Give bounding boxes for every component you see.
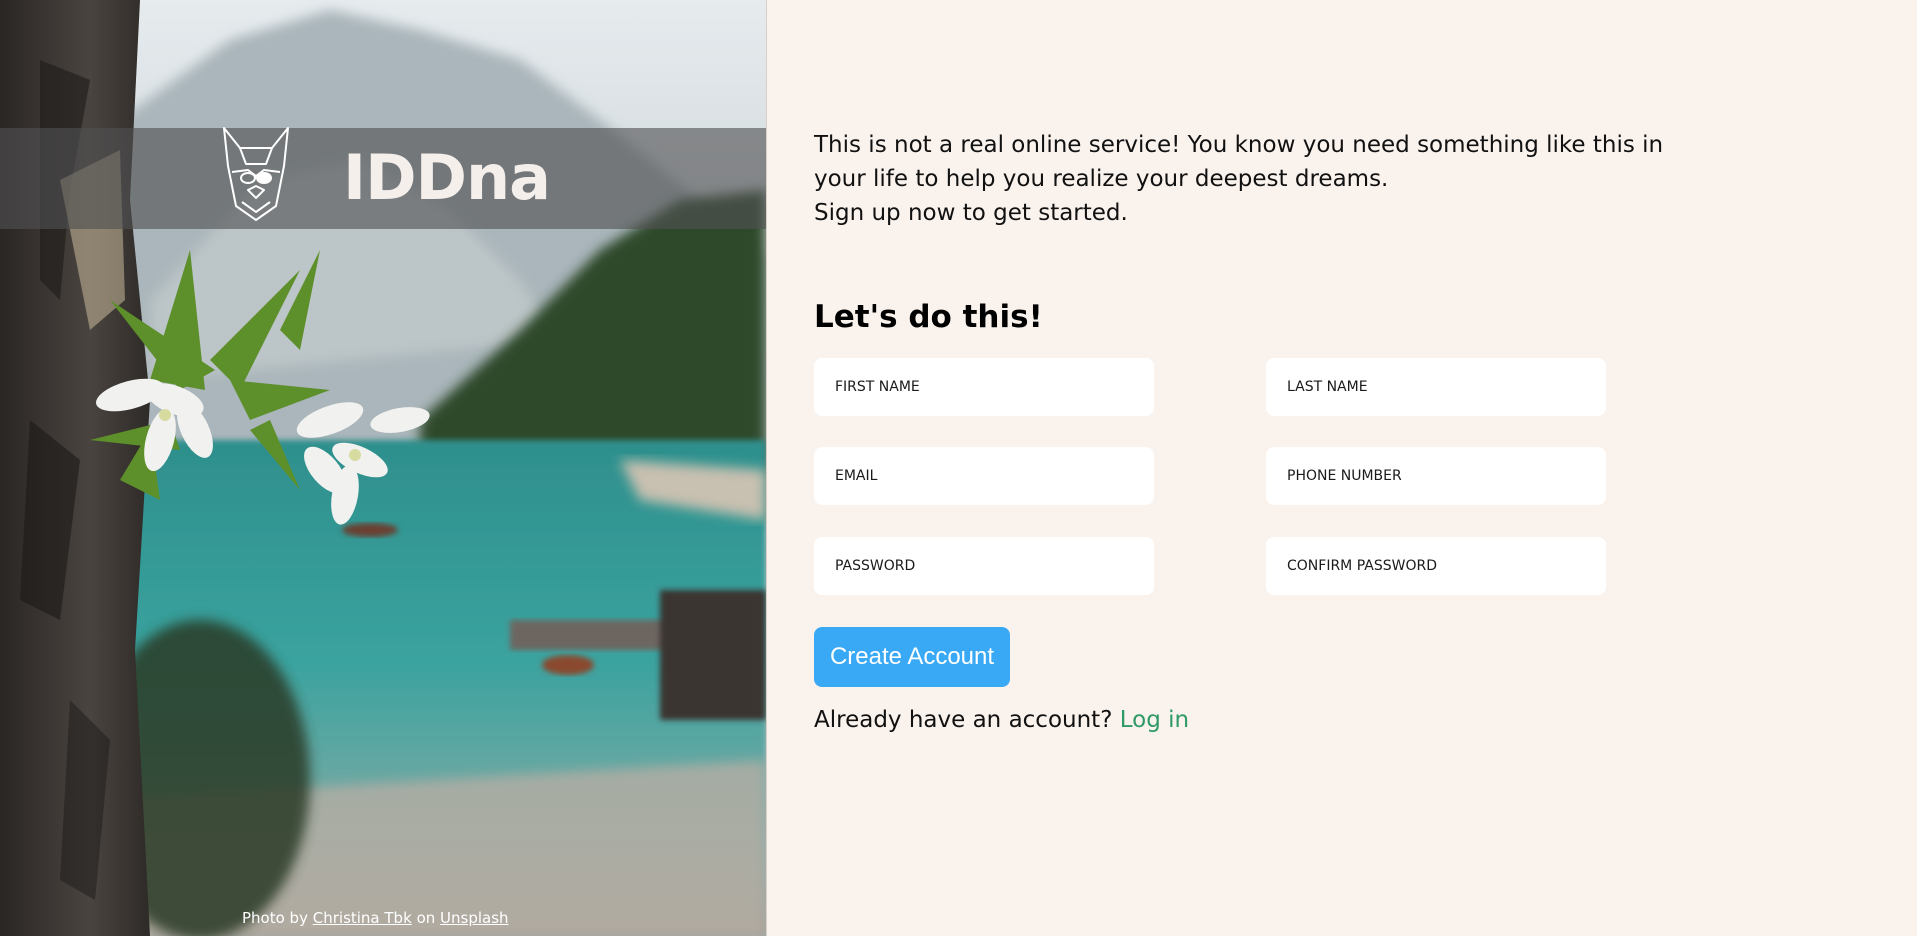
email-input[interactable] (814, 447, 1154, 505)
login-prompt-text: Already have an account? (814, 707, 1113, 733)
form-heading: Let's do this! (814, 299, 1043, 335)
intro-line-2: your life to help you realize your deepe… (814, 166, 1389, 192)
dog-head-icon (223, 127, 289, 221)
photo-credit-author-link[interactable]: Christina Tbk (313, 909, 412, 927)
signup-page: IDDna Photo by Christina Tbk on Unsplash… (0, 0, 1917, 936)
confirm-password-input[interactable] (1266, 537, 1606, 595)
create-account-button[interactable]: Create Account (814, 627, 1010, 687)
photo-credit-site-link[interactable]: Unsplash (440, 909, 509, 927)
brand-name: IDDna (343, 141, 551, 214)
signup-panel: This is not a real online service! You k… (767, 0, 1917, 936)
hero-photo-panel: IDDna Photo by Christina Tbk on Unsplash (0, 0, 767, 936)
photo-credit: Photo by Christina Tbk on Unsplash (242, 909, 509, 927)
photo-credit-middle: on (416, 909, 436, 927)
login-prompt: Already have an account? Log in (814, 707, 1189, 733)
intro-line-3: Sign up now to get started. (814, 200, 1128, 226)
photo-credit-prefix: Photo by (242, 909, 308, 927)
login-link[interactable]: Log in (1120, 707, 1189, 733)
first-name-input[interactable] (814, 358, 1154, 416)
last-name-input[interactable] (1266, 358, 1606, 416)
intro-text: This is not a real online service! You k… (814, 128, 1664, 230)
phone-number-input[interactable] (1266, 447, 1606, 505)
intro-line-1: This is not a real online service! You k… (814, 132, 1664, 158)
password-input[interactable] (814, 537, 1154, 595)
